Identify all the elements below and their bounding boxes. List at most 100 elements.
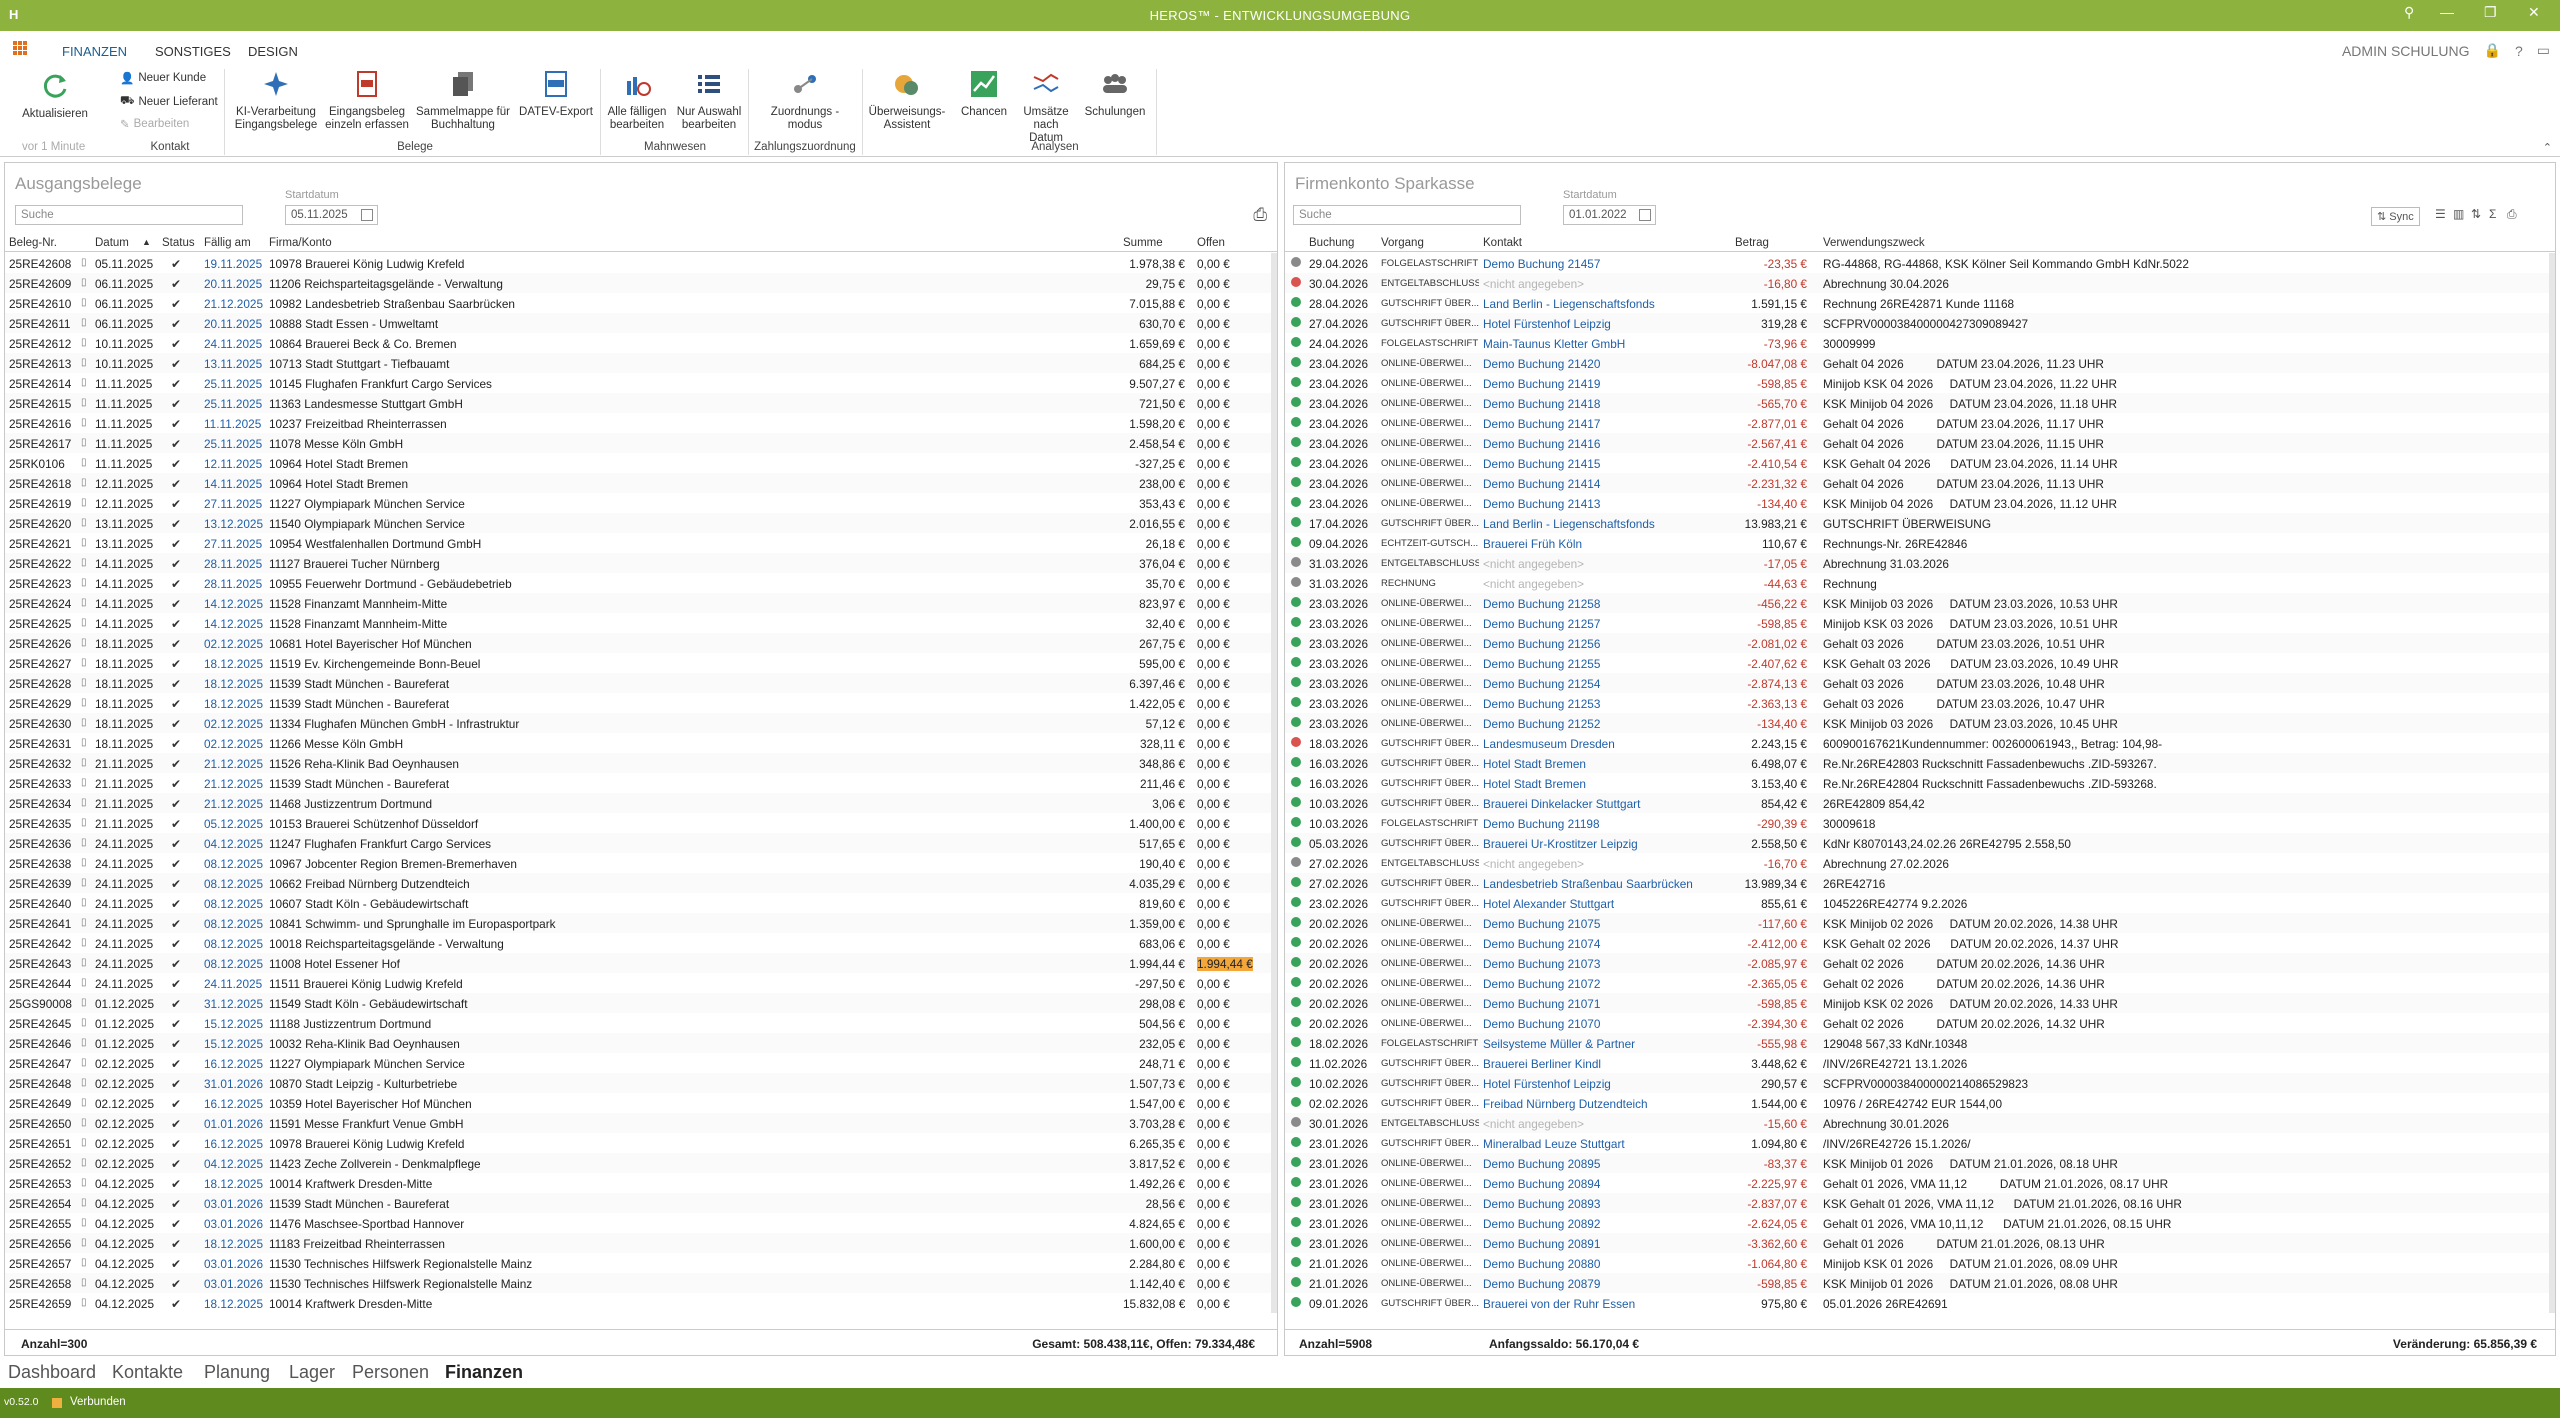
table-row[interactable]: 20.02.2026 ONLINE-ÜBERWEI... Demo Buchung … [1285, 933, 2555, 953]
table-row[interactable]: 25RE42644 ▯ 24.11.2025 ✔ 24.11.2025 11511 Bra… [5, 973, 1277, 993]
table-row[interactable]: 25GS90008 ▯ 01.12.2025 ✔ 31.12.2025 11549 Sta… [5, 993, 1277, 1013]
table-row[interactable]: 25RE42617 ▯ 11.11.2025 ✔ 25.11.2025 11078 Mes… [5, 433, 1277, 453]
calendar-icon[interactable] [361, 209, 373, 221]
sum-icon[interactable]: Σ [2489, 207, 2496, 221]
scrollbar[interactable] [1271, 253, 1277, 1313]
table-row[interactable]: 25RE42642 ▯ 24.11.2025 ✔ 08.12.2025 10018 Rei… [5, 933, 1277, 953]
table-row[interactable]: 29.04.2026 FOLGELASTSCHRIFT Demo Buchung 2… [1285, 253, 2555, 273]
col-vorgang[interactable]: Vorgang [1381, 237, 1424, 249]
table-row[interactable]: 21.01.2026 ONLINE-ÜBERWEI... Demo Buchung … [1285, 1253, 2555, 1273]
table-row[interactable]: 25RE42645 ▯ 01.12.2025 ✔ 15.12.2025 11188 Jus… [5, 1013, 1277, 1033]
user-name[interactable]: ADMIN SCHULUNG [2342, 43, 2470, 59]
col-verwendungszweck[interactable]: Verwendungszweck [1823, 237, 1925, 249]
table-row[interactable]: 18.03.2026 GUTSCHRIFT ÜBER... Landesmuseum… [1285, 733, 2555, 753]
table-row[interactable]: 09.04.2026 ECHTZEIT-GUTSCH... Brauerei Frü… [1285, 533, 2555, 553]
table-row[interactable]: 25RE42649 ▯ 02.12.2025 ✔ 16.12.2025 10359 Hot… [5, 1093, 1277, 1113]
table-row[interactable]: 25RE42629 ▯ 18.11.2025 ✔ 18.12.2025 11539 Sta… [5, 693, 1277, 713]
print-icon[interactable]: ⎙ [1253, 205, 1267, 225]
list-view-icon[interactable]: ☰ [2435, 207, 2446, 221]
table-row[interactable]: 23.04.2026 ONLINE-ÜBERWEI... Demo Buchung … [1285, 353, 2555, 373]
table-row[interactable]: 23.03.2026 ONLINE-ÜBERWEI... Demo Buchung … [1285, 673, 2555, 693]
nav-dashboard[interactable]: Dashboard [8, 1362, 96, 1383]
table-row[interactable]: 23.04.2026 ONLINE-ÜBERWEI... Demo Buchung … [1285, 473, 2555, 493]
col-offen[interactable]: Offen [1197, 237, 1225, 249]
start-date-field[interactable]: 01.01.2022 [1563, 205, 1656, 225]
table-row[interactable]: 25RE42608 ▯ 05.11.2025 ✔ 19.11.2025 10978 Bra… [5, 253, 1277, 273]
table-row[interactable]: 24.04.2026 FOLGELASTSCHRIFT Main-Taunus Kl… [1285, 333, 2555, 353]
table-row[interactable]: 25RE42621 ▯ 13.11.2025 ✔ 27.11.2025 10954 Wes… [5, 533, 1277, 553]
table-row[interactable]: 25RE42611 ▯ 06.11.2025 ✔ 20.11.2025 10888 Sta… [5, 313, 1277, 333]
table-row[interactable]: 25RE42641 ▯ 24.11.2025 ✔ 08.12.2025 10841 Sch… [5, 913, 1277, 933]
table-row[interactable]: 28.04.2026 GUTSCHRIFT ÜBER... Land Berlin … [1285, 293, 2555, 313]
assignment-mode-button[interactable]: Zuordnungs -modus [760, 69, 850, 132]
table-row[interactable]: 20.02.2026 ONLINE-ÜBERWEI... Demo Buchung … [1285, 953, 2555, 973]
pin-icon[interactable]: ⚲ [2404, 4, 2414, 21]
table-row[interactable]: 23.03.2026 ONLINE-ÜBERWEI... Demo Buchung … [1285, 633, 2555, 653]
table-row[interactable]: 16.03.2026 GUTSCHRIFT ÜBER... Hotel Stadt … [1285, 773, 2555, 793]
table-row[interactable]: 25RE42652 ▯ 02.12.2025 ✔ 04.12.2025 11423 Zec… [5, 1153, 1277, 1173]
table-row[interactable]: 25RE42654 ▯ 04.12.2025 ✔ 03.01.2026 11539 Sta… [5, 1193, 1277, 1213]
table-row[interactable]: 25RE42616 ▯ 11.11.2025 ✔ 11.11.2025 10237 Fre… [5, 413, 1277, 433]
transfer-assistant-button[interactable]: Überweisungs-Assistent [864, 69, 950, 132]
start-date-field[interactable]: 05.11.2025 [285, 205, 378, 225]
monitor-icon[interactable]: ▭ [2537, 42, 2550, 59]
nav-finanzen[interactable]: Finanzen [445, 1362, 523, 1383]
col-kontakt[interactable]: Kontakt [1483, 237, 1522, 249]
collapse-ribbon-icon[interactable]: ⌃ [2543, 141, 2552, 154]
table-row[interactable]: 23.03.2026 ONLINE-ÜBERWEI... Demo Buchung … [1285, 653, 2555, 673]
table-row[interactable]: 23.04.2026 ONLINE-ÜBERWEI... Demo Buchung … [1285, 493, 2555, 513]
table-row[interactable]: 25RE42636 ▯ 24.11.2025 ✔ 04.12.2025 11247 Flu… [5, 833, 1277, 853]
revenue-by-date-button[interactable]: Umsätze nach Datum [1016, 69, 1076, 145]
table-row[interactable]: 25RE42632 ▯ 21.11.2025 ✔ 21.12.2025 11526 Reh… [5, 753, 1277, 773]
table-row[interactable]: 31.03.2026 ENTGELTABSCHLUSS <nicht angegeb… [1285, 553, 2555, 573]
table-row[interactable]: 25RE42631 ▯ 18.11.2025 ✔ 02.12.2025 11266 Mes… [5, 733, 1277, 753]
scrollbar[interactable] [2549, 253, 2555, 1313]
table-row[interactable]: 18.02.2026 FOLGELASTSCHRIFT Seilsysteme Mü… [1285, 1033, 2555, 1053]
table-row[interactable]: 25RE42624 ▯ 14.11.2025 ✔ 14.12.2025 11528 Fin… [5, 593, 1277, 613]
table-row[interactable]: 30.04.2026 ENTGELTABSCHLUSS <nicht angegeb… [1285, 273, 2555, 293]
table-row[interactable]: 25RK0106 ▯ 11.11.2025 ✔ 12.11.2025 10964 Hote… [5, 453, 1277, 473]
table-row[interactable]: 10.03.2026 FOLGELASTSCHRIFT Demo Buchung 2… [1285, 813, 2555, 833]
nav-kontakte[interactable]: Kontakte [112, 1362, 183, 1383]
new-supplier-button[interactable]: ⛟ Neuer Lieferant [120, 94, 218, 109]
table-row[interactable]: 23.03.2026 ONLINE-ÜBERWEI... Demo Buchung … [1285, 693, 2555, 713]
table-row[interactable]: 25RE42627 ▯ 18.11.2025 ✔ 18.12.2025 11519 Ev.… [5, 653, 1277, 673]
col-datum[interactable]: Datum [95, 237, 129, 249]
datev-button[interactable]: DATEV-Export [516, 69, 596, 119]
opportunities-button[interactable]: Chancen [954, 69, 1014, 119]
table-row[interactable]: 25RE42615 ▯ 11.11.2025 ✔ 25.11.2025 11363 Lan… [5, 393, 1277, 413]
table-row[interactable]: 25RE42619 ▯ 12.11.2025 ✔ 27.11.2025 11227 Oly… [5, 493, 1277, 513]
table-row[interactable]: 23.01.2026 ONLINE-ÜBERWEI... Demo Buchung … [1285, 1193, 2555, 1213]
table-row[interactable]: 25RE42640 ▯ 24.11.2025 ✔ 08.12.2025 10607 Sta… [5, 893, 1277, 913]
table-row[interactable]: 25RE42623 ▯ 14.11.2025 ✔ 28.11.2025 10955 Feu… [5, 573, 1277, 593]
table-row[interactable]: 05.03.2026 GUTSCHRIFT ÜBER... Brauerei Ur-… [1285, 833, 2555, 853]
table-row[interactable]: 23.03.2026 ONLINE-ÜBERWEI... Demo Buchung … [1285, 593, 2555, 613]
table-row[interactable]: 20.02.2026 ONLINE-ÜBERWEI... Demo Buchung … [1285, 973, 2555, 993]
table-row[interactable]: 25RE42618 ▯ 12.11.2025 ✔ 14.11.2025 10964 Hot… [5, 473, 1277, 493]
trainings-button[interactable]: Schulungen [1078, 69, 1152, 119]
apps-grid-icon[interactable] [13, 41, 27, 55]
col-status[interactable]: Status [162, 237, 195, 249]
table-row[interactable]: 27.02.2026 GUTSCHRIFT ÜBER... Landesbetrie… [1285, 873, 2555, 893]
tab-sonstiges[interactable]: SONSTIGES [155, 44, 231, 59]
restore-button[interactable]: ❐ [2484, 4, 2497, 21]
table-row[interactable]: 10.02.2026 GUTSCHRIFT ÜBER... Hotel Fürste… [1285, 1073, 2555, 1093]
table-row[interactable]: 23.04.2026 ONLINE-ÜBERWEI... Demo Buchung … [1285, 393, 2555, 413]
receipt-button[interactable]: Eingangsbeleg einzeln erfassen [324, 69, 410, 132]
table-row[interactable]: 25RE42609 ▯ 06.11.2025 ✔ 20.11.2025 11206 Rei… [5, 273, 1277, 293]
table-row[interactable]: 21.01.2026 ONLINE-ÜBERWEI... Demo Buchung … [1285, 1273, 2555, 1293]
table-row[interactable]: 23.04.2026 ONLINE-ÜBERWEI... Demo Buchung … [1285, 373, 2555, 393]
nav-lager[interactable]: Lager [289, 1362, 335, 1383]
table-row[interactable]: 23.01.2026 ONLINE-ÜBERWEI... Demo Buchung … [1285, 1153, 2555, 1173]
table-row[interactable]: 20.02.2026 ONLINE-ÜBERWEI... Demo Buchung … [1285, 1013, 2555, 1033]
table-row[interactable]: 23.04.2026 ONLINE-ÜBERWEI... Demo Buchung … [1285, 413, 2555, 433]
table-row[interactable]: 25RE42647 ▯ 02.12.2025 ✔ 16.12.2025 11227 Oly… [5, 1053, 1277, 1073]
table-row[interactable]: 23.04.2026 ONLINE-ÜBERWEI... Demo Buchung … [1285, 453, 2555, 473]
table-row[interactable]: 20.02.2026 ONLINE-ÜBERWEI... Demo Buchung … [1285, 913, 2555, 933]
selection-only-button[interactable]: Nur Auswahl bearbeiten [674, 69, 744, 132]
print-icon[interactable]: ⎙ [2507, 207, 2517, 222]
search-input[interactable]: Suche [15, 205, 243, 225]
table-row[interactable]: 25RE42634 ▯ 21.11.2025 ✔ 21.12.2025 11468 Jus… [5, 793, 1277, 813]
table-row[interactable]: 25RE42639 ▯ 24.11.2025 ✔ 08.12.2025 10662 Fre… [5, 873, 1277, 893]
table-row[interactable]: 11.02.2026 GUTSCHRIFT ÜBER... Brauerei Ber… [1285, 1053, 2555, 1073]
